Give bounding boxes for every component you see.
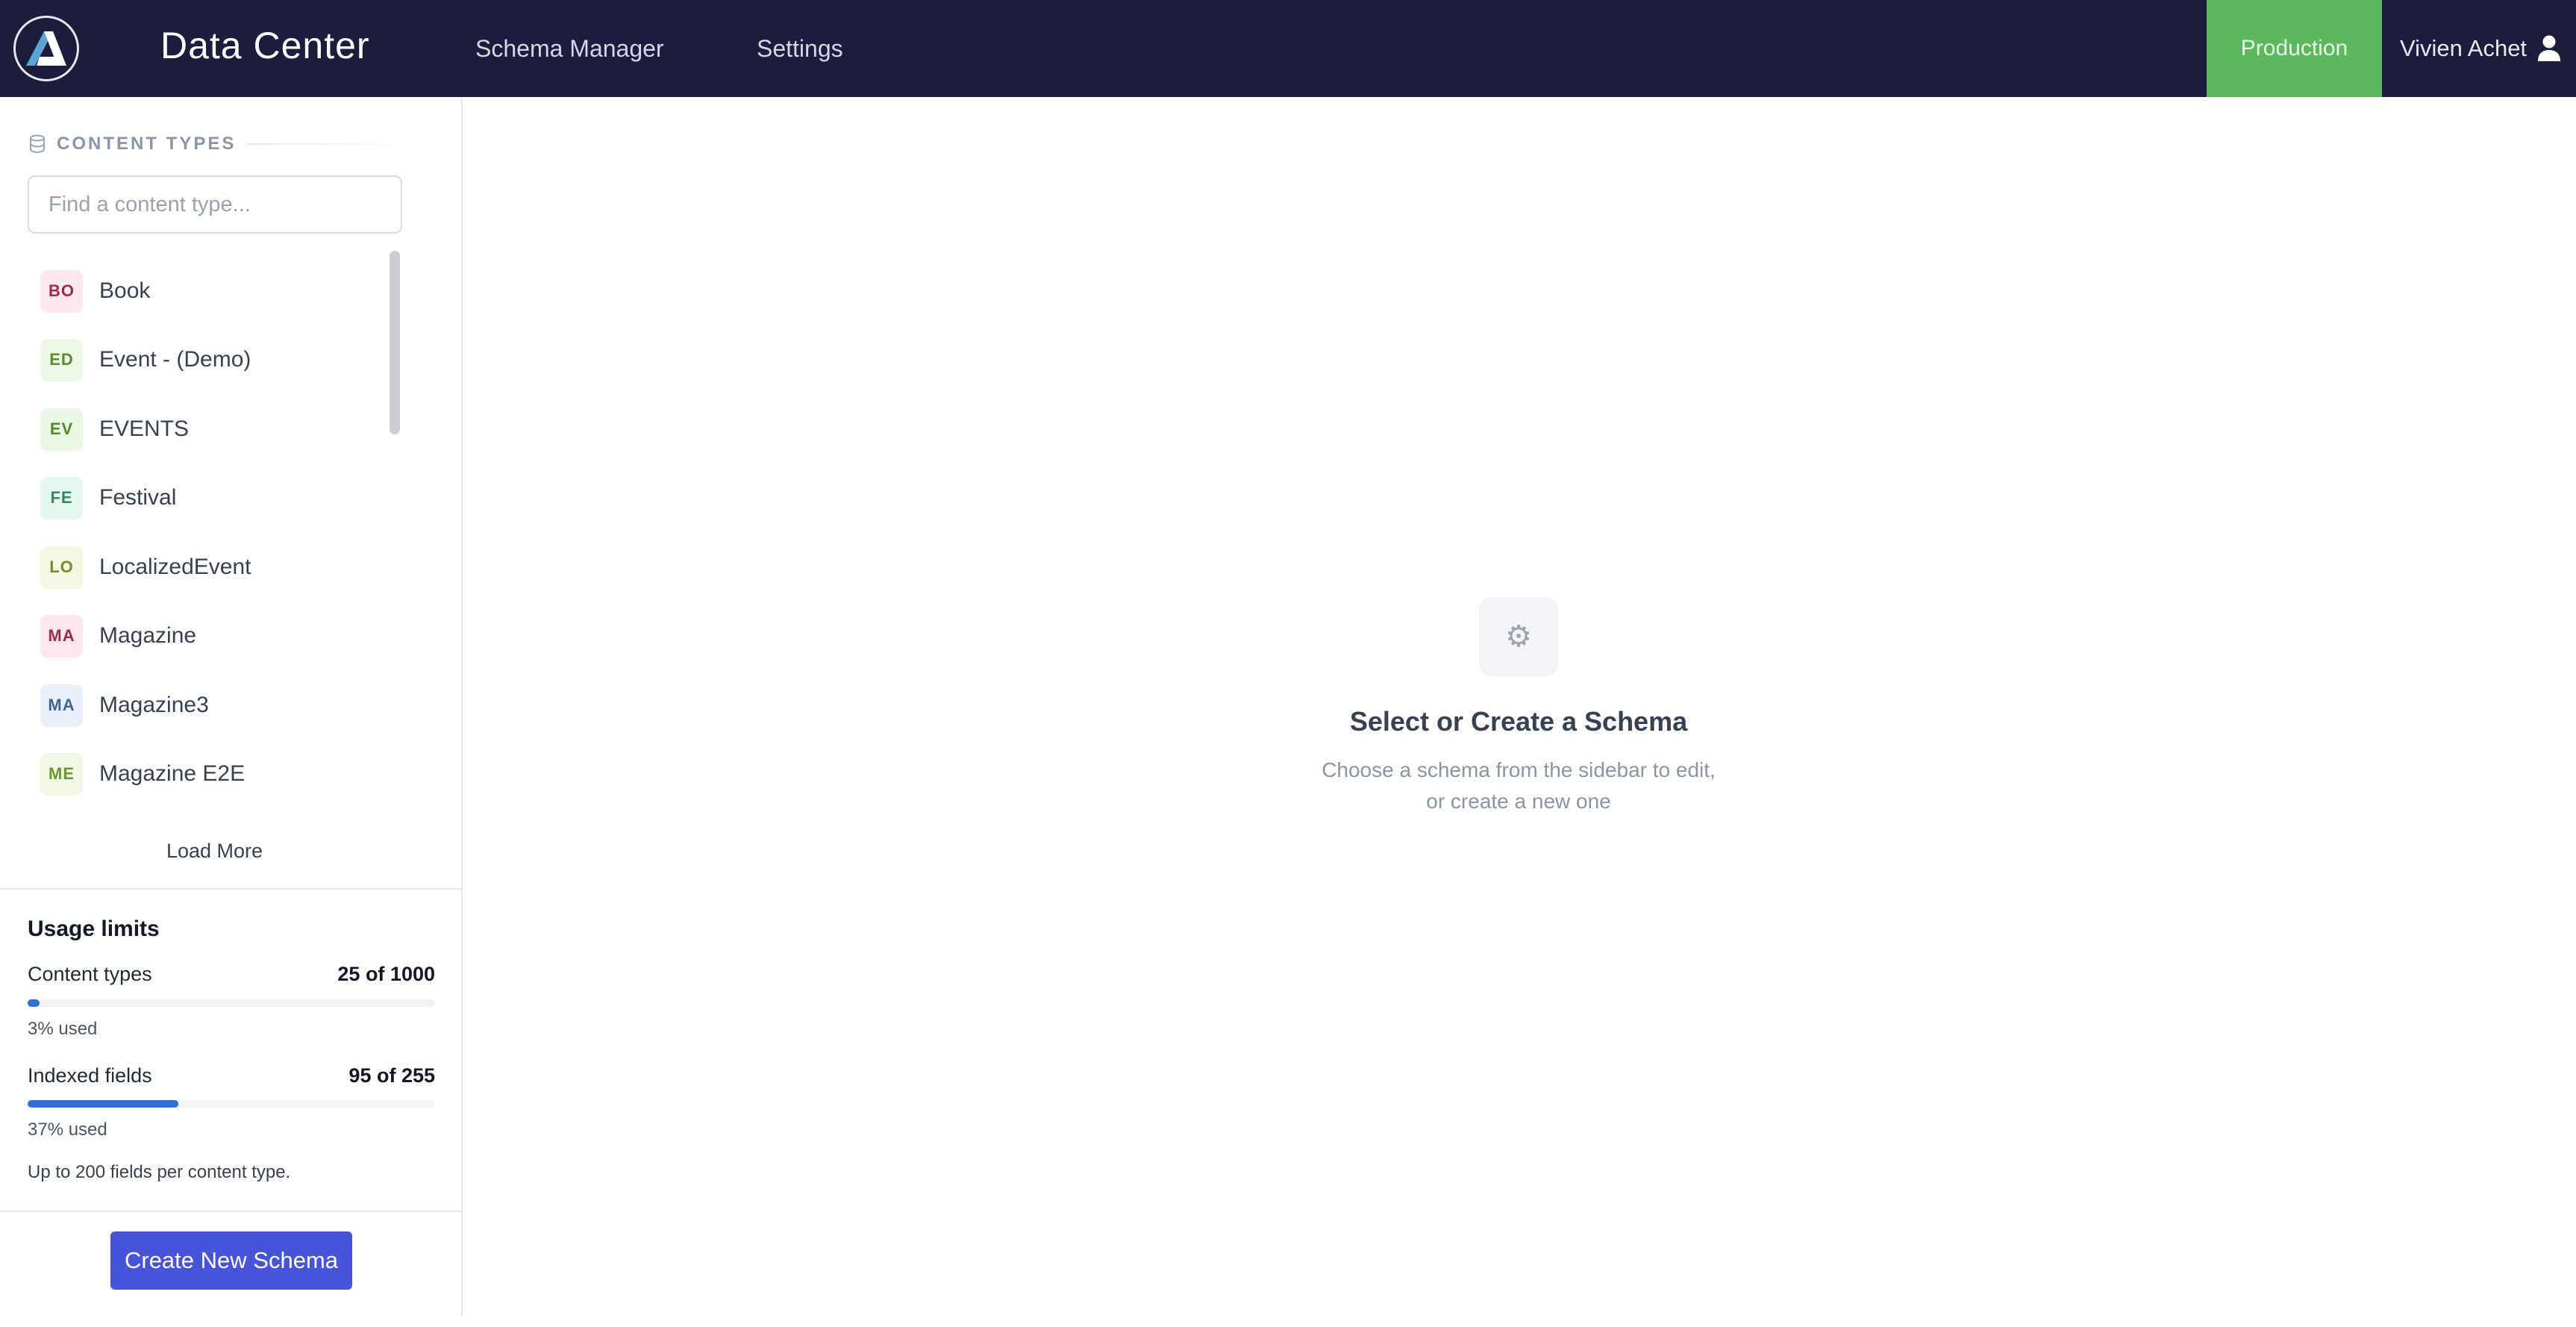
content-type-name: Book [99, 278, 151, 303]
user-menu[interactable]: Vivien Achet [2383, 0, 2576, 97]
usage-progress-fill [28, 1100, 179, 1108]
content-type-badge: MA [40, 614, 83, 658]
content-type-item-magazine3[interactable]: MA Magazine3 [40, 683, 209, 728]
usage-used-text: 3% used [28, 1019, 98, 1039]
usage-value: 95 of 255 [348, 1064, 435, 1087]
content-type-badge: EV [40, 408, 83, 451]
content-type-name: Magazine3 [99, 693, 209, 717]
content-types-header: CONTENT TYPES [28, 133, 401, 155]
content-type-scrollbar-thumb[interactable] [390, 251, 400, 434]
usage-indexed-fields: Indexed fields 95 of 255 [28, 1064, 435, 1087]
content-type-name: EVENTS [99, 416, 190, 441]
usage-note: Up to 200 fields per content type. [28, 1162, 291, 1182]
content-type-search-input[interactable] [28, 175, 402, 234]
user-name: Vivien Achet [2400, 35, 2527, 61]
usage-progress-content-types [28, 999, 435, 1007]
content-type-badge: LO [40, 546, 83, 589]
usage-divider [0, 888, 461, 890]
content-type-item-localizedevent[interactable]: LO LocalizedEvent [40, 545, 251, 590]
usage-used-text: 37% used [28, 1120, 107, 1140]
usage-progress-indexed-fields [28, 1100, 435, 1108]
content-type-item-magazine-e2e[interactable]: ME Magazine E2E [40, 752, 245, 796]
nav-schema-manager[interactable]: Schema Manager [475, 35, 664, 63]
content-type-item-events[interactable]: EV EVENTS [40, 407, 189, 452]
load-more-button[interactable]: Load More [0, 840, 429, 863]
create-new-schema-button[interactable]: Create New Schema [110, 1231, 352, 1290]
content-type-item-festival[interactable]: FE Festival [40, 475, 176, 520]
top-bar: Data Center Schema Manager Settings Prod… [0, 0, 2576, 97]
usage-value: 25 of 1000 [337, 963, 435, 985]
usage-label: Indexed fields [28, 1064, 152, 1087]
content-type-item-magazine[interactable]: MA Magazine [40, 613, 196, 658]
gear-icon: ⚙ [1479, 597, 1558, 676]
database-icon [30, 134, 45, 154]
app-logo-icon[interactable] [13, 16, 79, 81]
content-type-badge: ED [40, 338, 83, 381]
usage-progress-fill [28, 999, 40, 1007]
content-type-badge: ME [40, 752, 83, 796]
content-type-name: Event - (Demo) [99, 347, 251, 372]
content-type-name: Magazine E2E [99, 761, 246, 786]
sidebar: CONTENT TYPES BO Book ED Event - (Demo) … [0, 97, 463, 1317]
content-types-label: CONTENT TYPES [57, 134, 237, 154]
usage-limits-title: Usage limits [28, 917, 160, 941]
content-type-name: Festival [99, 485, 177, 510]
logo-mark [26, 31, 66, 66]
empty-state-subtitle-line-2: or create a new one [1426, 790, 1611, 813]
empty-state-title: Select or Create a Schema [1349, 706, 1688, 737]
content-type-badge: MA [40, 684, 83, 727]
content-type-item-event-demo[interactable]: ED Event - (Demo) [40, 337, 251, 382]
content-type-badge: FE [40, 476, 83, 519]
usage-content-types: Content types 25 of 1000 [28, 963, 435, 986]
content-type-name: LocalizedEvent [99, 555, 251, 579]
content-type-item-book[interactable]: BO Book [40, 269, 150, 313]
environment-badge[interactable]: Production [2207, 0, 2382, 97]
content-type-badge: BO [40, 269, 83, 313]
content-type-name: Magazine [99, 623, 197, 648]
nav-settings[interactable]: Settings [757, 35, 843, 63]
section-divider [246, 143, 401, 145]
footer-divider [0, 1211, 461, 1212]
content-type-list: BO Book ED Event - (Demo) EV EVENTS FE F… [0, 250, 418, 810]
user-icon [2538, 35, 2561, 61]
app-title: Data Center [160, 25, 370, 66]
empty-state-subtitle-line-1: Choose a schema from the sidebar to edit… [1322, 758, 1716, 781]
usage-label: Content types [28, 963, 152, 985]
